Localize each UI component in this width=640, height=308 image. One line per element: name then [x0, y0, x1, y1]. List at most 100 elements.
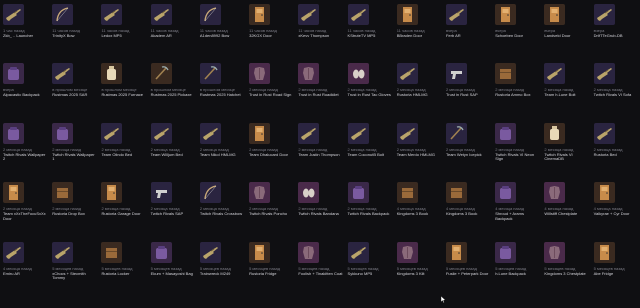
item-card[interactable]: 2 месяца назад Twitch Rivals Bandana	[295, 178, 344, 237]
item-card[interactable]: вчера Ferb AR	[443, 0, 492, 59]
item-name: DrIfTTeGrub-DB	[593, 33, 623, 38]
item-card[interactable]: в прошлом месяце Rustmas 2025 Hatchet	[197, 59, 246, 118]
rifle-icon	[150, 122, 172, 144]
item-card[interactable]: 5 месяцев назад Rustoria Fridge	[246, 238, 295, 297]
item-card[interactable]: 2 месяца назад Team CoconutB Bolt	[345, 119, 394, 178]
rifle-icon	[347, 241, 369, 263]
item-card[interactable]: в прошлом месяце Rustmas 2025 Furnace	[98, 59, 147, 118]
item-card[interactable]: 5 месяцев назад Trainwreck M249	[197, 238, 246, 297]
item-card[interactable]: 11 часов назад A1den8992 Bow	[197, 0, 246, 59]
item-name: Twitch Rivals VI Neon Sign	[495, 151, 535, 162]
item-card[interactable]: 2 месяца назад Trust in Rust Tac Gloves	[345, 59, 394, 118]
armor-icon	[298, 63, 320, 85]
item-card[interactable]: вчера Landveld Door	[541, 0, 590, 59]
item-name: Kingdoms 3 Kilt	[396, 270, 425, 276]
item-card[interactable]: вчера DrIfTTeGrub-DB	[591, 0, 640, 59]
door-icon	[544, 4, 566, 25]
item-card[interactable]: 2 месяца назад Twitch Rivals Backpack	[345, 178, 394, 237]
item-card[interactable]: 2 месяца назад Twitch Rivals Wallpaper 2	[0, 119, 49, 178]
item-card[interactable]: 11 часов назад KStruteTV MP5	[345, 0, 394, 59]
item-card[interactable]: 2 месяца назад Team Willjum Bed	[148, 119, 197, 178]
item-name: Rustoria Locker	[101, 270, 130, 276]
item-card[interactable]: 11 часов назад xKevv Thompson	[295, 0, 344, 59]
item-card[interactable]: 2 месяца назад Twitch Rivals VI Sofa	[591, 59, 640, 118]
item-name: Trainwreck M249	[199, 270, 231, 276]
item-card[interactable]: 2 месяца назад Twitch Rivals Poncho	[246, 178, 295, 237]
item-card[interactable]: 4 месяца назад Kingdoms 3 Book	[394, 178, 443, 237]
item-card[interactable]: 2 месяца назад Team xXxTheFocuSxXx Door	[0, 178, 49, 237]
item-card[interactable]: 11 часов назад BBraden Door	[394, 0, 443, 59]
item-card[interactable]: 11 часов назад 32KGX Door	[246, 0, 295, 59]
item-card[interactable]: 2 месяца назад Twitch Rivals VI CinemaDB	[541, 119, 590, 178]
rifle-icon	[3, 241, 24, 263]
pistol-icon	[445, 63, 467, 85]
item-card[interactable]: в прошлом месяце Rustmas 2025 SAR	[49, 59, 98, 118]
item-card[interactable]: 5 месяцев назад Rustoria Locker	[98, 238, 147, 297]
item-card[interactable]: 5 месяцев назад xChocs + Stecmith Tommy	[49, 238, 98, 297]
item-card[interactable]: 5 месяцев назад Ekum + Masayoshi Bag	[148, 238, 197, 297]
item-card[interactable]: 5 месяцев назад Sykkuno MP5	[345, 238, 394, 297]
item-card[interactable]: 2 месяца назад Rustoria Bed	[591, 119, 640, 178]
item-card[interactable]: 2 месяца назад Trust in Rust SAP	[443, 59, 492, 118]
rifle-icon	[298, 122, 320, 144]
item-card[interactable]: 2 месяца назад Twitch Rivals VI Neon Sign	[492, 119, 541, 178]
item-card[interactable]: 11 часов назад TrinityX Bow	[49, 0, 98, 59]
item-card[interactable]: 2 месяца назад Team Nikol HMLMG	[197, 119, 246, 178]
item-card[interactable]: 2 месяца назад Team h.Lune Bolt	[541, 59, 590, 118]
item-name: Team Willjum Bed	[150, 151, 183, 157]
item-name: Twitch Rivals Crossbow	[199, 211, 243, 217]
item-card[interactable]: 2 месяца назад Team Dhalucard Door	[246, 119, 295, 178]
rifle-icon	[150, 4, 172, 25]
item-card[interactable]: 4 месяца назад Shroud + Arams Backpack	[492, 178, 541, 237]
item-card[interactable]: 2 месяца назад Rustoria Ammo Box	[492, 59, 541, 118]
item-card[interactable]: вчера Schoeben Door	[492, 0, 541, 59]
item-card[interactable]: вчера Alpacastic Backpack	[0, 59, 49, 118]
mouse-cursor-icon	[440, 290, 447, 304]
item-card[interactable]: 4 месяца назад Willstiff Chestplate	[541, 178, 590, 237]
rifle-icon	[347, 122, 369, 144]
item-card[interactable]: 2 месяца назад Rustoria Drop Box	[49, 178, 98, 237]
rifle-icon	[396, 63, 418, 85]
item-card[interactable]: 1 час назад Zkb_ .. Launcher	[0, 0, 49, 59]
item-card[interactable]: 5 месяцев назад Abe Fridge	[591, 238, 640, 297]
item-card[interactable]: 2 месяца назад Twitch Rivals SAP	[148, 178, 197, 237]
item-card[interactable]: 4 месяца назад Emiru AR	[0, 238, 49, 297]
gloves-icon	[347, 63, 369, 85]
item-card[interactable]: 5 месяцев назад Foolish + Tinakitten Coat	[295, 238, 344, 297]
item-card[interactable]: 2 месяца назад Trust in Rust Road Sign	[246, 59, 295, 118]
item-name: Team Olindo Bed	[101, 151, 133, 157]
door-icon	[593, 182, 615, 204]
item-card[interactable]: 2 месяца назад Twitch Rivals Crossbow	[197, 178, 246, 237]
item-card[interactable]: 2 месяца назад Team Olindo Bed	[98, 119, 147, 178]
item-card[interactable]: 2 месяца назад Rustoria HMLMG	[394, 59, 443, 118]
item-card[interactable]: 4 месяца назад Kingdoms 3 Book	[443, 178, 492, 237]
rifle-icon	[52, 241, 74, 263]
item-name: A1den8992 Bow	[199, 33, 230, 38]
item-card[interactable]: 2 месяца назад Rustoria Garage Door	[98, 178, 147, 237]
bag-icon	[495, 241, 517, 263]
item-name: Foolish + Tinakitten Coat	[298, 270, 343, 276]
pistol-icon	[150, 182, 172, 204]
item-name: xKevv Thompson	[298, 33, 330, 38]
item-card[interactable]: 5 месяцев назад Fuslie + Peterpark Door	[443, 238, 492, 297]
rifle-icon	[298, 4, 320, 25]
item-card[interactable]: 5 месяцев назад h.Lune Backpack	[492, 238, 541, 297]
item-card[interactable]: 4 месяца назад Valkyrae + Cyr Door	[591, 178, 640, 237]
item-card[interactable]: 11 часов назад Akadem AR	[148, 0, 197, 59]
door-icon	[396, 4, 418, 25]
door-icon	[495, 4, 517, 25]
item-name: Team CoconutB Bolt	[347, 151, 384, 157]
item-name: Team Justin Thompson	[298, 151, 340, 157]
item-card[interactable]: 2 месяца назад Team Justin Thompson	[295, 119, 344, 178]
item-card[interactable]: 11 часов назад Ledox MP5	[98, 0, 147, 59]
item-card[interactable]: 2 месяца назад Team Wetyn Icepick	[443, 119, 492, 178]
item-card[interactable]: в прошлом месяце Rustmas 2025 Pickaxe	[148, 59, 197, 118]
item-name: Ferb AR	[445, 33, 461, 38]
item-card[interactable]: 2 месяца назад Team Merdo HMLMG	[394, 119, 443, 178]
item-card[interactable]: 5 месяцев назад Kingdoms 3 Kilt	[394, 238, 443, 297]
item-name: h.Lune Backpack	[495, 270, 526, 276]
item-card[interactable]: 2 месяца назад Trust in Rust Roadkilet	[295, 59, 344, 118]
item-name: Twitch Rivals Poncho	[249, 211, 288, 217]
item-card[interactable]: 2 месяца назад Twitch Rivals Wallpaper 1	[49, 119, 98, 178]
item-card[interactable]: 5 месяцев назад Kingdoms 3 Chestplate	[541, 238, 590, 297]
